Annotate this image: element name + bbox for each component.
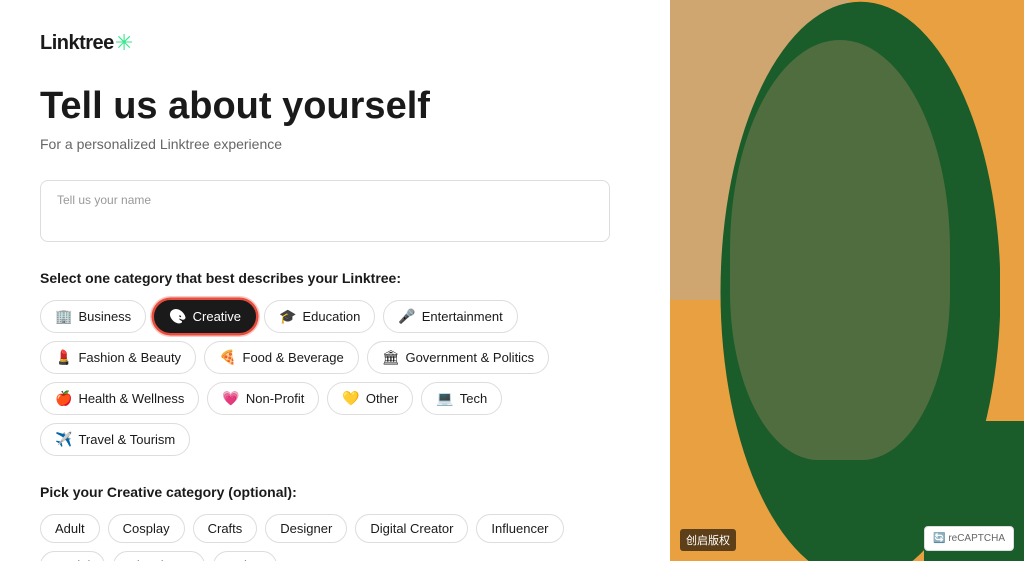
overlay-text: 创启版权 [680,529,736,551]
health-icon: 🍎 [55,390,72,407]
logo-icon: ✳ [115,30,133,56]
page-title: Tell us about yourself [40,86,610,128]
tech-icon: 💻 [436,390,453,407]
logo-text: Linktree [40,32,114,55]
education-icon: 🎓 [279,308,296,325]
category-btn-creative[interactable]: 🎨 Creative [154,300,256,333]
sub-label-adult: Adult [55,521,85,536]
page-subtitle: For a personalized Linktree experience [40,136,610,152]
sub-label-digital-creator: Digital Creator [370,521,453,536]
category-label-government: Government & Politics [405,350,534,365]
category-btn-education[interactable]: 🎓 Education [264,300,375,333]
sub-category-crafts[interactable]: Crafts [193,514,258,543]
sub-label-cosplay: Cosplay [123,521,170,536]
food-icon: 🍕 [219,349,236,366]
recaptcha-badge[interactable]: 🔄 reCAPTCHA [924,526,1014,551]
category-btn-fashion-beauty[interactable]: 💄 Fashion & Beauty [40,341,196,374]
sub-category-adult[interactable]: Adult [40,514,100,543]
hero-image [670,0,1024,561]
category-grid: 🏢 Business 🎨 Creative 🎓 Education 🎤 Ente… [40,300,610,456]
sub-category-digital-creator[interactable]: Digital Creator [355,514,468,543]
category-btn-food-beverage[interactable]: 🍕 Food & Beverage [204,341,359,374]
nonprofit-icon: 💗 [222,390,239,407]
sub-category-visual-arts[interactable]: Visual Arts [113,551,204,561]
name-input[interactable] [57,211,593,227]
category-label-fashion: Fashion & Beauty [78,350,181,365]
sub-label-influencer: Influencer [491,521,548,536]
category-btn-business[interactable]: 🏢 Business [40,300,146,333]
category-label-other: Other [366,391,399,406]
sub-section-label: Pick your Creative category (optional): [40,484,610,500]
category-label-education: Education [302,309,360,324]
category-btn-nonprofit[interactable]: 💗 Non-Profit [207,382,319,415]
category-label-travel: Travel & Tourism [78,432,175,447]
sub-category-designer[interactable]: Designer [265,514,347,543]
category-label-nonprofit: Non-Profit [246,391,305,406]
name-input-wrapper: Tell us your name [40,180,610,242]
name-input-label: Tell us your name [57,193,593,207]
sub-category-cosplay[interactable]: Cosplay [108,514,185,543]
category-label-creative: Creative [193,309,241,324]
category-label-entertainment: Entertainment [422,309,503,324]
government-icon: 🏛 [382,349,400,366]
fashion-icon: 💄 [55,349,72,366]
creative-icon: 🎨 [169,308,186,325]
category-section-label: Select one category that best describes … [40,270,610,286]
business-icon: 🏢 [55,308,72,325]
sub-category-grid: Adult Cosplay Crafts Designer Digital Cr… [40,514,610,561]
right-panel: 🔄 reCAPTCHA 创启版权 [670,0,1024,561]
category-btn-tech[interactable]: 💻 Tech [421,382,502,415]
category-btn-other[interactable]: 💛 Other [327,382,413,415]
sub-category-writer[interactable]: Writer [213,551,277,561]
recaptcha-icon: 🔄 [933,533,945,544]
sub-category-model[interactable]: Model [40,551,105,561]
travel-icon: ✈️ [55,431,72,448]
category-label-food: Food & Beverage [243,350,344,365]
left-panel: Linktree✳ Tell us about yourself For a p… [0,0,670,561]
category-btn-entertainment[interactable]: 🎤 Entertainment [383,300,517,333]
category-label-health: Health & Wellness [78,391,184,406]
sub-category-influencer[interactable]: Influencer [476,514,563,543]
logo: Linktree✳ [40,30,610,56]
recaptcha-label: reCAPTCHA [948,533,1005,544]
sub-label-crafts: Crafts [208,521,243,536]
person-shape [730,40,950,460]
category-btn-travel[interactable]: ✈️ Travel & Tourism [40,423,190,456]
category-label-tech: Tech [460,391,487,406]
entertainment-icon: 🎤 [398,308,415,325]
category-btn-government[interactable]: 🏛 Government & Politics [367,341,549,374]
category-label-business: Business [78,309,131,324]
other-icon: 💛 [342,390,359,407]
category-btn-health[interactable]: 🍎 Health & Wellness [40,382,199,415]
sub-label-designer: Designer [280,521,332,536]
